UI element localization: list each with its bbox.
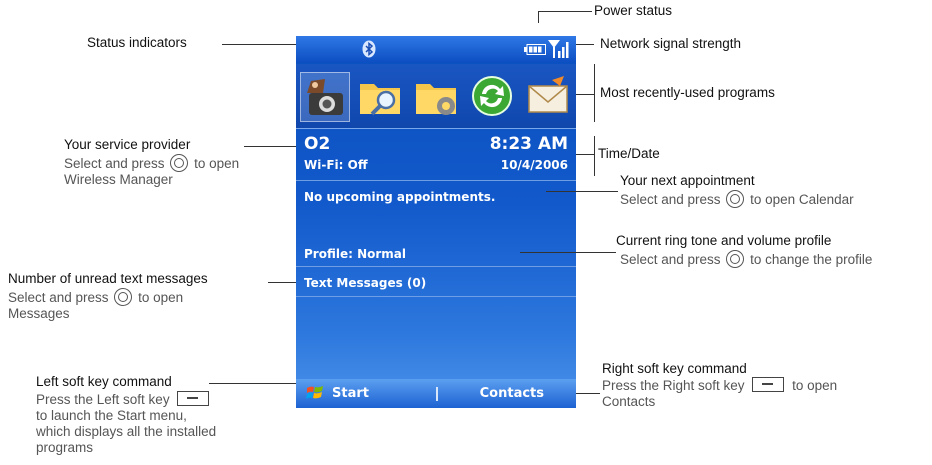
next-appointment-item[interactable]: No upcoming appointments. bbox=[304, 190, 495, 204]
leader-line bbox=[244, 146, 296, 147]
leader-line bbox=[594, 64, 595, 122]
callout-network-signal: Network signal strength bbox=[600, 36, 742, 51]
callout-ring-profile-desc: Select and press to change the profile bbox=[620, 250, 873, 268]
callout-next-appointment-desc: Select and press to open Calendar bbox=[620, 190, 854, 208]
soft-key-bar: Start Contacts bbox=[296, 379, 576, 408]
leader-line bbox=[209, 383, 296, 384]
settings-folder-icon[interactable] bbox=[412, 72, 460, 120]
time-display[interactable]: 8:23 AM bbox=[490, 134, 568, 154]
callout-ring-profile-title: Current ring tone and volume profile bbox=[616, 233, 832, 248]
leader-line bbox=[576, 154, 594, 155]
leader-line bbox=[268, 282, 296, 283]
signal-icon[interactable] bbox=[548, 39, 570, 59]
phone-today-screen: O2 Wi-Fi: Off 8:23 AM 10/4/2006 No upcom… bbox=[296, 36, 576, 408]
leader-line bbox=[222, 44, 296, 45]
callout-unread-messages-desc: Select and press to open Messages bbox=[8, 288, 184, 321]
status-bar bbox=[296, 36, 576, 62]
soft-key-icon bbox=[752, 377, 785, 392]
callout-right-soft-key-desc: Press the Right soft key to open Contact… bbox=[602, 377, 838, 409]
action-key-icon bbox=[114, 288, 133, 306]
action-key-icon bbox=[170, 154, 189, 172]
callout-time-date: Time/Date bbox=[598, 146, 660, 161]
callout-recent-programs: Most recently-used programs bbox=[600, 85, 775, 100]
callout-next-appointment-title: Your next appointment bbox=[620, 173, 755, 188]
start-soft-key[interactable]: Start bbox=[332, 386, 369, 401]
callout-left-soft-key-title: Left soft key command bbox=[36, 374, 172, 389]
leader-line bbox=[520, 252, 616, 253]
leader-line bbox=[576, 44, 594, 45]
text-messages-item[interactable]: Text Messages (0) bbox=[304, 276, 426, 290]
leader-line bbox=[576, 94, 594, 95]
callout-right-soft-key-title: Right soft key command bbox=[602, 361, 747, 376]
leader-line bbox=[538, 11, 539, 23]
leader-line bbox=[576, 393, 600, 394]
recent-programs-bar bbox=[296, 64, 576, 129]
soft-key-icon bbox=[177, 391, 210, 406]
wifi-status[interactable]: Wi-Fi: Off bbox=[304, 158, 368, 172]
date-display[interactable]: 10/4/2006 bbox=[501, 158, 568, 172]
action-key-icon bbox=[726, 190, 745, 208]
callout-left-soft-key-desc: Press the Left soft key to launch the St… bbox=[36, 391, 217, 455]
divider bbox=[296, 180, 576, 181]
search-folder-icon[interactable] bbox=[356, 72, 404, 120]
soft-key-divider bbox=[436, 387, 438, 401]
divider bbox=[296, 296, 576, 297]
callout-unread-messages-title: Number of unread text messages bbox=[8, 271, 208, 286]
email-icon[interactable] bbox=[524, 72, 572, 120]
service-provider-name[interactable]: O2 bbox=[304, 134, 330, 154]
profile-item[interactable]: Profile: Normal bbox=[304, 247, 406, 261]
leader-line bbox=[538, 11, 592, 12]
leader-line bbox=[594, 136, 595, 176]
windows-logo-icon bbox=[306, 386, 323, 399]
callout-service-provider-desc: Select and press to open Wireless Manage… bbox=[64, 154, 240, 187]
action-key-icon bbox=[726, 250, 745, 268]
bluetooth-icon[interactable] bbox=[362, 40, 376, 58]
callout-service-provider-title: Your service provider bbox=[64, 137, 191, 152]
sync-icon[interactable] bbox=[468, 72, 516, 120]
callout-status-indicators: Status indicators bbox=[87, 35, 187, 50]
battery-icon[interactable] bbox=[524, 44, 546, 55]
leader-line bbox=[546, 191, 618, 192]
contacts-soft-key[interactable]: Contacts bbox=[480, 386, 544, 401]
camera-icon[interactable] bbox=[300, 72, 350, 122]
divider bbox=[296, 266, 576, 267]
callout-power-status: Power status bbox=[594, 3, 673, 18]
